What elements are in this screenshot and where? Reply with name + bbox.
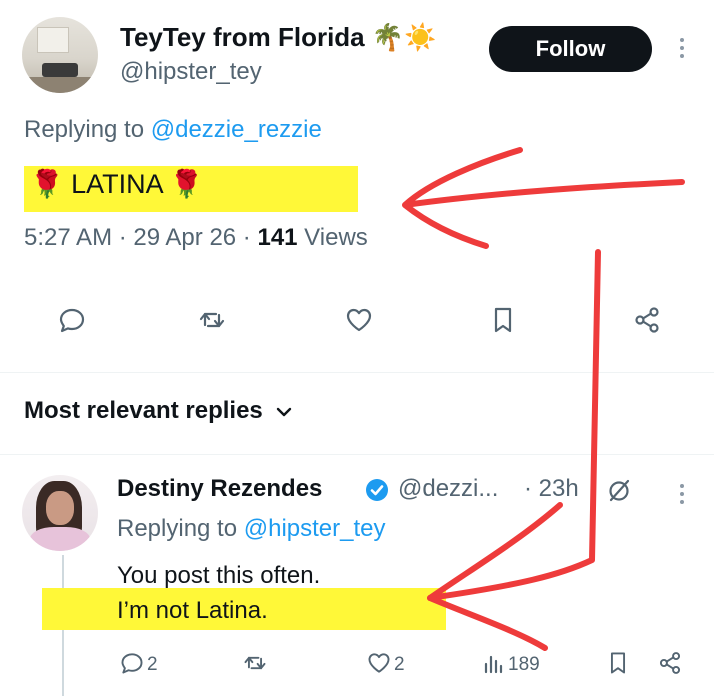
- share-icon[interactable]: [657, 650, 683, 676]
- follow-button[interactable]: Follow: [489, 26, 652, 72]
- bookmark-icon[interactable]: [605, 650, 631, 676]
- tweet-meta: 5:27 AM · 29 Apr 26 · 141 Views: [24, 224, 368, 252]
- like-icon[interactable]: [366, 650, 392, 676]
- red-line-connector: [427, 249, 601, 601]
- avatar-wall-frame: [37, 27, 69, 53]
- replying-to: Replying to @dezzie_rezzie: [24, 116, 322, 144]
- divider: [0, 372, 714, 373]
- bookmark-icon[interactable]: [488, 305, 518, 335]
- author-avatar[interactable]: [22, 17, 98, 93]
- share-icon[interactable]: [632, 305, 662, 335]
- chevron-down-icon: [277, 407, 292, 416]
- like-icon[interactable]: [344, 305, 374, 335]
- like-count: 2: [394, 654, 405, 675]
- reply-more-icon[interactable]: [680, 484, 684, 504]
- avatar-desk: [22, 77, 98, 93]
- reply-author-name[interactable]: Destiny Rezendes: [117, 475, 322, 503]
- avatar-typewriter: [42, 63, 78, 77]
- tweet-text: 🌹 LATINA 🌹: [30, 169, 204, 199]
- reply-author-handle[interactable]: @dezzi...: [398, 475, 498, 503]
- views-label: Views: [297, 224, 368, 251]
- reply-author-avatar[interactable]: [22, 475, 98, 551]
- replying-handle-link[interactable]: @hipster_tey: [244, 515, 386, 542]
- more-icon[interactable]: [680, 38, 684, 58]
- author-name[interactable]: TeyTey from Florida 🌴☀️: [120, 22, 437, 53]
- reply-icon[interactable]: [119, 650, 145, 676]
- divider: [0, 454, 714, 455]
- red-arrow-top: [402, 147, 685, 249]
- verified-badge-icon: [366, 479, 388, 501]
- grok-icon[interactable]: [604, 476, 634, 506]
- avatar-shirt: [30, 527, 90, 551]
- reply-timestamp[interactable]: · 23h: [524, 475, 579, 503]
- views-icon[interactable]: [483, 652, 505, 674]
- reply-replying-to: Replying to @hipster_tey: [117, 515, 386, 543]
- avatar-face: [46, 491, 74, 525]
- reply-text-line-2: I’m not Latina.: [117, 597, 268, 624]
- red-arrow-bottom: [427, 502, 563, 651]
- retweet-icon[interactable]: [242, 650, 268, 676]
- replying-prefix: Replying to: [24, 116, 151, 143]
- replies-sort-label: Most relevant replies: [24, 397, 263, 424]
- tweet-timestamp[interactable]: 5:27 AM · 29 Apr 26 ·: [24, 224, 257, 251]
- retweet-icon[interactable]: [197, 305, 227, 335]
- reply-text-line-1: You post this often.: [117, 562, 321, 589]
- replies-sort-dropdown[interactable]: Most relevant replies: [24, 397, 293, 425]
- author-handle[interactable]: @hipster_tey: [120, 58, 262, 86]
- reply-icon[interactable]: [57, 305, 87, 335]
- replying-prefix: Replying to: [117, 515, 244, 542]
- views-count: 141: [257, 224, 298, 251]
- reply-count: 2: [147, 654, 158, 675]
- views-count: 189: [508, 654, 540, 675]
- replying-handle-link[interactable]: @dezzie_rezzie: [151, 116, 322, 143]
